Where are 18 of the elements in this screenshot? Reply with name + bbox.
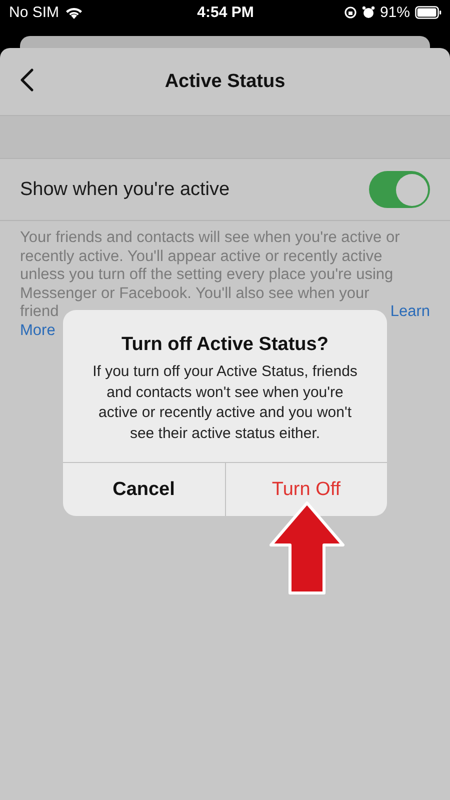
back-button[interactable] bbox=[20, 68, 34, 92]
cancel-button[interactable]: Cancel bbox=[63, 463, 224, 516]
battery-icon bbox=[414, 6, 442, 19]
battery-percent: 91% bbox=[380, 4, 410, 21]
description-text: friend bbox=[20, 303, 59, 322]
dialog-message: If you turn off your Active Status, friends and contacts won't see when you're active or recently active and you won't see their active status either. bbox=[92, 362, 358, 444]
dialog-title: Turn off Active Status? bbox=[120, 334, 330, 356]
learn-more-link[interactable]: More bbox=[20, 322, 56, 340]
toggle-switch[interactable] bbox=[369, 171, 430, 208]
setting-label: Show when you're active bbox=[20, 178, 230, 200]
back-icon bbox=[20, 68, 34, 92]
learn-more-link[interactable]: Learn bbox=[390, 303, 430, 322]
rotation-lock-icon bbox=[344, 6, 357, 19]
wifi-icon bbox=[64, 5, 84, 20]
alarm-icon bbox=[362, 6, 375, 19]
page-title: Active Status bbox=[164, 70, 286, 92]
carrier-text: No SIM bbox=[9, 4, 60, 21]
clock-text: 4:54 PM bbox=[197, 4, 254, 21]
